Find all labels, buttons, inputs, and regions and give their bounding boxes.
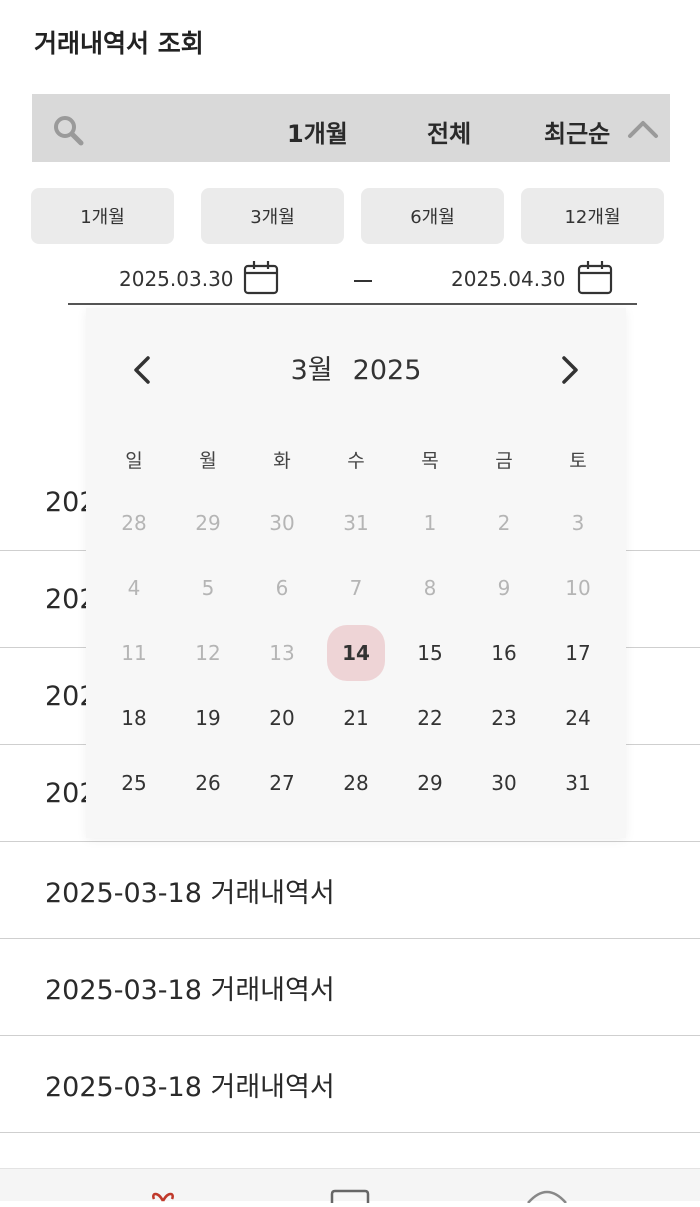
weekday-label: 월: [199, 450, 217, 472]
period-button-3m[interactable]: 3개월: [201, 188, 344, 244]
calendar-day[interactable]: 29: [401, 755, 459, 811]
weekday-label: 토: [569, 450, 587, 472]
calendar-day: 31: [343, 511, 369, 535]
calendar-day[interactable]: 23: [475, 690, 533, 746]
weekday-label: 수: [347, 450, 365, 472]
calendar-day[interactable]: 17: [549, 625, 607, 681]
page-title: 거래내역서 조회: [34, 29, 204, 58]
list-item-label: 2025-03-18 거래내역서: [45, 877, 335, 909]
calendar-day: 3: [571, 511, 585, 535]
list-item[interactable]: 2025-03-18 거래내역서: [0, 842, 700, 939]
calendar-day[interactable]: 16: [475, 625, 533, 681]
weekday-label: 일: [125, 450, 143, 472]
date-picker-calendar: 3월 2025 일 월 화 수 목 금 토 28 29 30 31 1 2 3 4 5 6 7 8 9 10 11 12 13 1…: [86, 308, 626, 838]
chevron-right-icon[interactable]: [556, 352, 584, 388]
calendar-icon[interactable]: [577, 260, 613, 296]
calendar-day: 8: [423, 576, 437, 600]
calendar-day: 1: [423, 511, 437, 535]
calendar-day: 4: [127, 576, 141, 600]
calendar-day[interactable]: 28: [327, 755, 385, 811]
calendar-day[interactable]: 30: [475, 755, 533, 811]
calendar-day[interactable]: 25: [105, 755, 163, 811]
calendar-day: 29: [195, 511, 221, 535]
calendar-day: 13: [269, 641, 295, 665]
sort-filter[interactable]: 최근순: [544, 114, 610, 149]
calendar-day: 7: [349, 576, 363, 600]
start-date[interactable]: 2025.03.30: [119, 267, 234, 291]
document-icon[interactable]: [330, 1188, 370, 1207]
calendar-day: 11: [121, 641, 147, 665]
calendar-day[interactable]: 18: [105, 690, 163, 746]
type-filter[interactable]: 전체: [427, 114, 471, 149]
list-item-label: 2025-03-18 거래내역서: [45, 974, 335, 1006]
calendar-day[interactable]: 15: [401, 625, 459, 681]
profile-icon[interactable]: [526, 1188, 568, 1207]
calendar-day: 12: [195, 641, 221, 665]
gift-icon[interactable]: [148, 1188, 178, 1207]
chevron-up-icon[interactable]: [626, 114, 660, 144]
list-item-label: 2025-03-18 거래내역서: [45, 1071, 335, 1103]
calendar-icon[interactable]: [243, 260, 279, 296]
search-icon[interactable]: [52, 114, 84, 146]
calendar-day: 6: [275, 576, 289, 600]
date-range-separator: [354, 280, 372, 282]
calendar-day: 10: [565, 576, 591, 600]
calendar-day-selected[interactable]: 14: [327, 625, 385, 681]
weekday-label: 화: [273, 450, 291, 472]
calendar-day: 30: [269, 511, 295, 535]
calendar-day[interactable]: 26: [179, 755, 237, 811]
calendar-day[interactable]: 24: [549, 690, 607, 746]
list-item[interactable]: 2025-03-18 거래내역서: [0, 939, 700, 1036]
calendar-month: 3월: [290, 355, 333, 386]
list-item[interactable]: 2025-03-18 거래내역서: [0, 1036, 700, 1133]
calendar-day[interactable]: 27: [253, 755, 311, 811]
calendar-day: 28: [121, 511, 147, 535]
calendar-year: 2025: [352, 355, 422, 386]
calendar-day: 2: [497, 511, 511, 535]
calendar-day[interactable]: 22: [401, 690, 459, 746]
weekday-label: 목: [421, 450, 439, 472]
calendar-day[interactable]: 20: [253, 690, 311, 746]
date-range-underline: [68, 303, 637, 305]
period-button-12m[interactable]: 12개월: [521, 188, 664, 244]
end-date[interactable]: 2025.04.30: [451, 267, 566, 291]
calendar-day[interactable]: 19: [179, 690, 237, 746]
calendar-day: 9: [497, 576, 511, 600]
period-filter[interactable]: 1개월: [287, 114, 348, 149]
calendar-day[interactable]: 21: [327, 690, 385, 746]
calendar-day[interactable]: 31: [549, 755, 607, 811]
calendar-day: 5: [201, 576, 215, 600]
period-button-6m[interactable]: 6개월: [361, 188, 504, 244]
weekday-label: 금: [495, 450, 513, 472]
calendar-month-year: 3월 2025: [86, 348, 626, 387]
period-button-1m[interactable]: 1개월: [31, 188, 174, 244]
